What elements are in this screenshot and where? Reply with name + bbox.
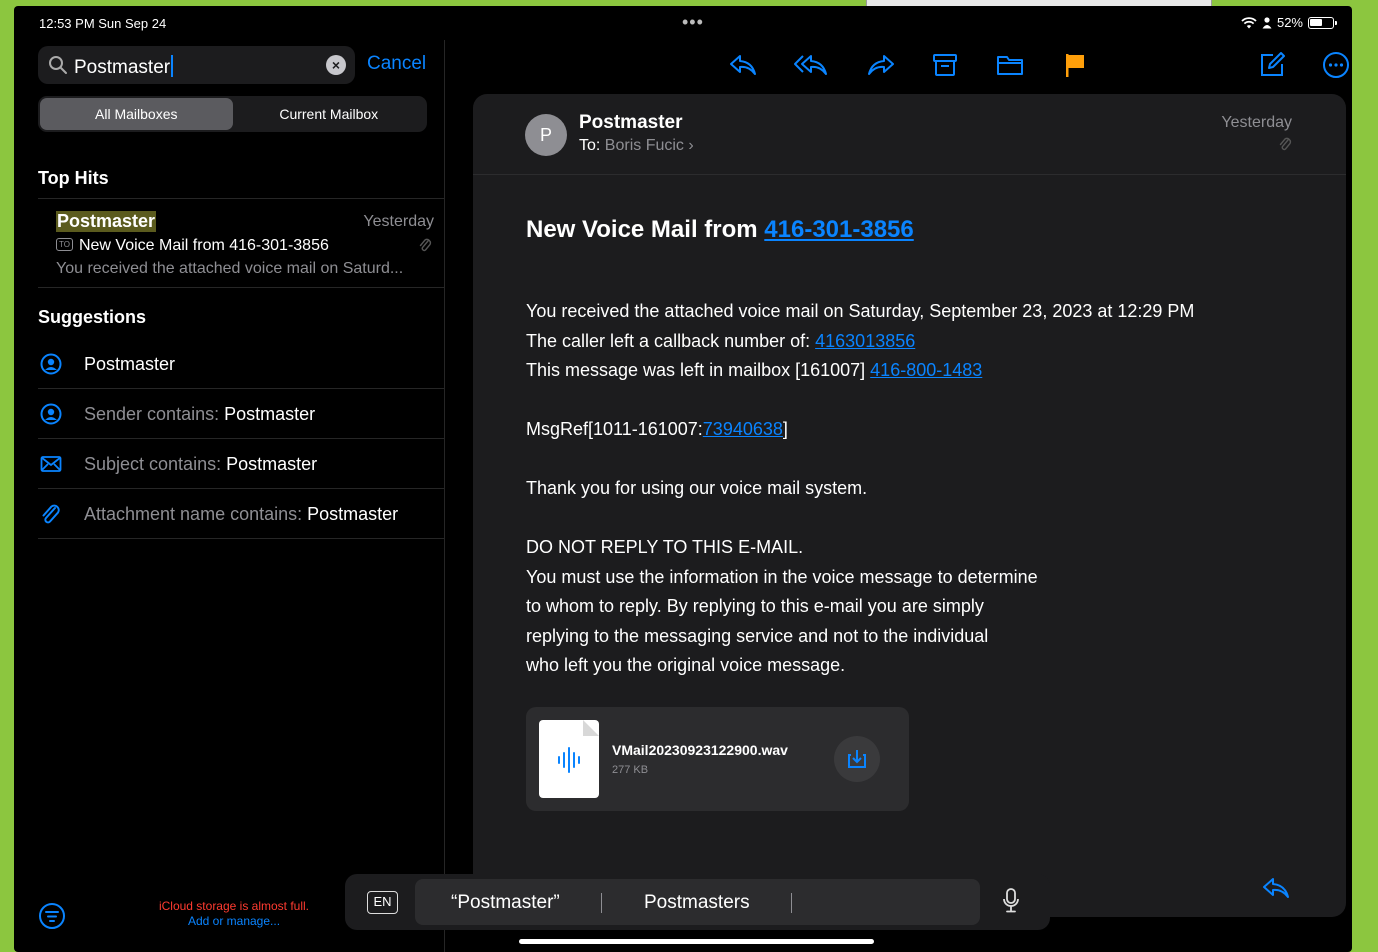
mailbox-scope-control: All Mailboxes Current Mailbox xyxy=(38,96,427,132)
chevron-right-icon: › xyxy=(688,137,694,154)
forward-icon[interactable] xyxy=(866,50,896,80)
text-cursor xyxy=(171,55,174,77)
person-icon xyxy=(1262,16,1272,28)
scope-all-mailboxes[interactable]: All Mailboxes xyxy=(40,98,233,130)
search-input[interactable]: Postmaster xyxy=(74,57,170,78)
suggestion-sender[interactable]: Sender contains: Postmaster xyxy=(38,389,444,439)
microphone-icon[interactable] xyxy=(1002,888,1020,914)
suggestion-prefix: Sender contains: xyxy=(84,404,225,424)
message-sender[interactable]: Postmaster xyxy=(579,112,683,134)
more-options-icon[interactable] xyxy=(1321,50,1351,80)
person-circle-icon xyxy=(40,353,62,375)
mailbox-number-link[interactable]: 416-800-1483 xyxy=(870,360,982,380)
top-hit-message[interactable]: Postmaster Yesterday TO New Voice Mail fr… xyxy=(38,198,444,288)
callback-number-link[interactable]: 4163013856 xyxy=(815,331,915,351)
suggestion-contact[interactable]: Postmaster xyxy=(38,339,444,389)
audio-file-icon xyxy=(539,720,599,798)
clear-search-icon[interactable]: × xyxy=(326,55,346,75)
to-label: To: xyxy=(579,137,601,154)
hit-subject: New Voice Mail from 416-301-3856 xyxy=(78,237,329,254)
person-circle-icon xyxy=(40,403,62,425)
suggestion-plural[interactable]: Postmasters xyxy=(644,892,750,914)
ipad-screen: 12:53 PM Sun Sep 24 ••• 52% Postmaster ×… xyxy=(14,6,1352,952)
battery-percent: 52% xyxy=(1276,15,1303,30)
suggestion-value: Postmaster xyxy=(224,404,316,424)
icloud-warning-text: iCloud storage is almost full. xyxy=(158,899,310,913)
to-badge: TO xyxy=(56,238,73,251)
reply-icon[interactable] xyxy=(728,50,758,80)
suggestion-value: Postmaster xyxy=(226,454,318,474)
scope-current-mailbox[interactable]: Current Mailbox xyxy=(233,98,426,130)
status-right: 52% xyxy=(1241,15,1337,30)
archive-icon[interactable] xyxy=(931,50,959,80)
search-sidebar: Postmaster × Cancel All Mailboxes Curren… xyxy=(14,40,445,952)
message-view: P Postmaster To: Boris Fucic › Yesterday… xyxy=(473,94,1346,917)
body-line: This message was left in mailbox [161007… xyxy=(526,360,871,380)
search-icon xyxy=(49,56,67,74)
status-bar: 12:53 PM Sun Sep 24 ••• 52% xyxy=(14,6,1352,40)
msgref-text: MsgRef[1011-161007: xyxy=(526,419,703,439)
reply-icon[interactable] xyxy=(1261,874,1291,902)
paperclip-icon xyxy=(1278,136,1292,157)
add-or-manage-link[interactable]: Add or manage... xyxy=(134,914,334,929)
predictive-text: “Postmaster” Postmasters xyxy=(415,879,980,925)
attachment-name: VMail20230923122900.wav xyxy=(612,742,788,758)
hit-preview: You received the attached voice mail on … xyxy=(56,260,404,277)
body-line: The caller left a callback number of: xyxy=(526,330,816,351)
folder-icon[interactable] xyxy=(995,50,1025,80)
suggestion-label: Postmaster xyxy=(84,354,176,374)
hit-date: Yesterday xyxy=(363,213,434,230)
suggestion-prefix: Subject contains: xyxy=(84,454,227,474)
cancel-button[interactable]: Cancel xyxy=(367,53,426,75)
notice-line: replying to the messaging service and no… xyxy=(526,625,989,646)
avatar[interactable]: P xyxy=(525,114,567,156)
reply-all-icon[interactable] xyxy=(793,50,829,80)
flag-icon[interactable] xyxy=(1062,50,1088,80)
recipient-name[interactable]: Boris Fucic xyxy=(605,137,684,154)
header-divider xyxy=(473,174,1346,175)
keyboard-suggestion-bar: EN “Postmaster” Postmasters xyxy=(345,874,1050,930)
paperclip-icon xyxy=(42,504,60,524)
message-date: Yesterday xyxy=(1221,114,1292,131)
filter-icon[interactable] xyxy=(38,902,66,930)
paperclip-icon xyxy=(418,237,432,258)
divider xyxy=(601,893,602,913)
headline-text: New Voice Mail from xyxy=(526,216,765,243)
thanks-line: Thank you for using our voice mail syste… xyxy=(526,478,868,498)
multitasking-dots-icon[interactable]: ••• xyxy=(682,12,704,33)
home-indicator[interactable] xyxy=(519,939,874,944)
divider xyxy=(791,893,792,913)
msgref-text: ] xyxy=(782,419,788,439)
notice-line: to whom to reply. By replying to this e-… xyxy=(526,596,984,616)
attachment-size: 277 KB xyxy=(612,764,649,776)
language-key[interactable]: EN xyxy=(367,891,398,914)
body-line: You received the attached voice mail on … xyxy=(526,301,1195,321)
suggestion-quoted[interactable]: “Postmaster” xyxy=(451,892,560,914)
top-hits-heading: Top Hits xyxy=(38,168,109,188)
download-button[interactable] xyxy=(834,736,880,782)
suggestion-subject[interactable]: Subject contains: Postmaster xyxy=(38,439,444,489)
message-headline: New Voice Mail from 416-301-3856 xyxy=(526,216,914,244)
suggestions-heading: Suggestions xyxy=(38,307,147,327)
download-icon xyxy=(848,750,866,768)
compose-icon[interactable] xyxy=(1257,50,1287,80)
notice-line: DO NOT REPLY TO THIS E-MAIL. xyxy=(526,537,804,557)
envelope-icon xyxy=(40,456,62,472)
status-time: 12:53 PM Sun Sep 24 xyxy=(39,16,167,31)
hit-sender: Postmaster xyxy=(56,211,157,232)
icloud-storage-warning: iCloud storage is almost full. Add or ma… xyxy=(134,899,334,929)
search-field[interactable]: Postmaster × xyxy=(38,46,355,84)
message-body: You received the attached voice mail on … xyxy=(526,297,1194,681)
suggestion-value: Postmaster xyxy=(307,504,399,524)
notice-line: You must use the information in the voic… xyxy=(526,566,1038,587)
wifi-icon xyxy=(1241,16,1257,28)
attachment-card[interactable]: VMail20230923122900.wav 277 KB xyxy=(526,707,909,811)
phone-link[interactable]: 416-301-3856 xyxy=(764,216,913,243)
battery-icon xyxy=(1308,16,1337,29)
notice-line: who left you the original voice message. xyxy=(526,655,846,675)
msgref-link[interactable]: 73940638 xyxy=(703,419,783,439)
suggestion-prefix: Attachment name contains: xyxy=(84,504,308,524)
suggestion-attachment[interactable]: Attachment name contains: Postmaster xyxy=(38,489,444,539)
